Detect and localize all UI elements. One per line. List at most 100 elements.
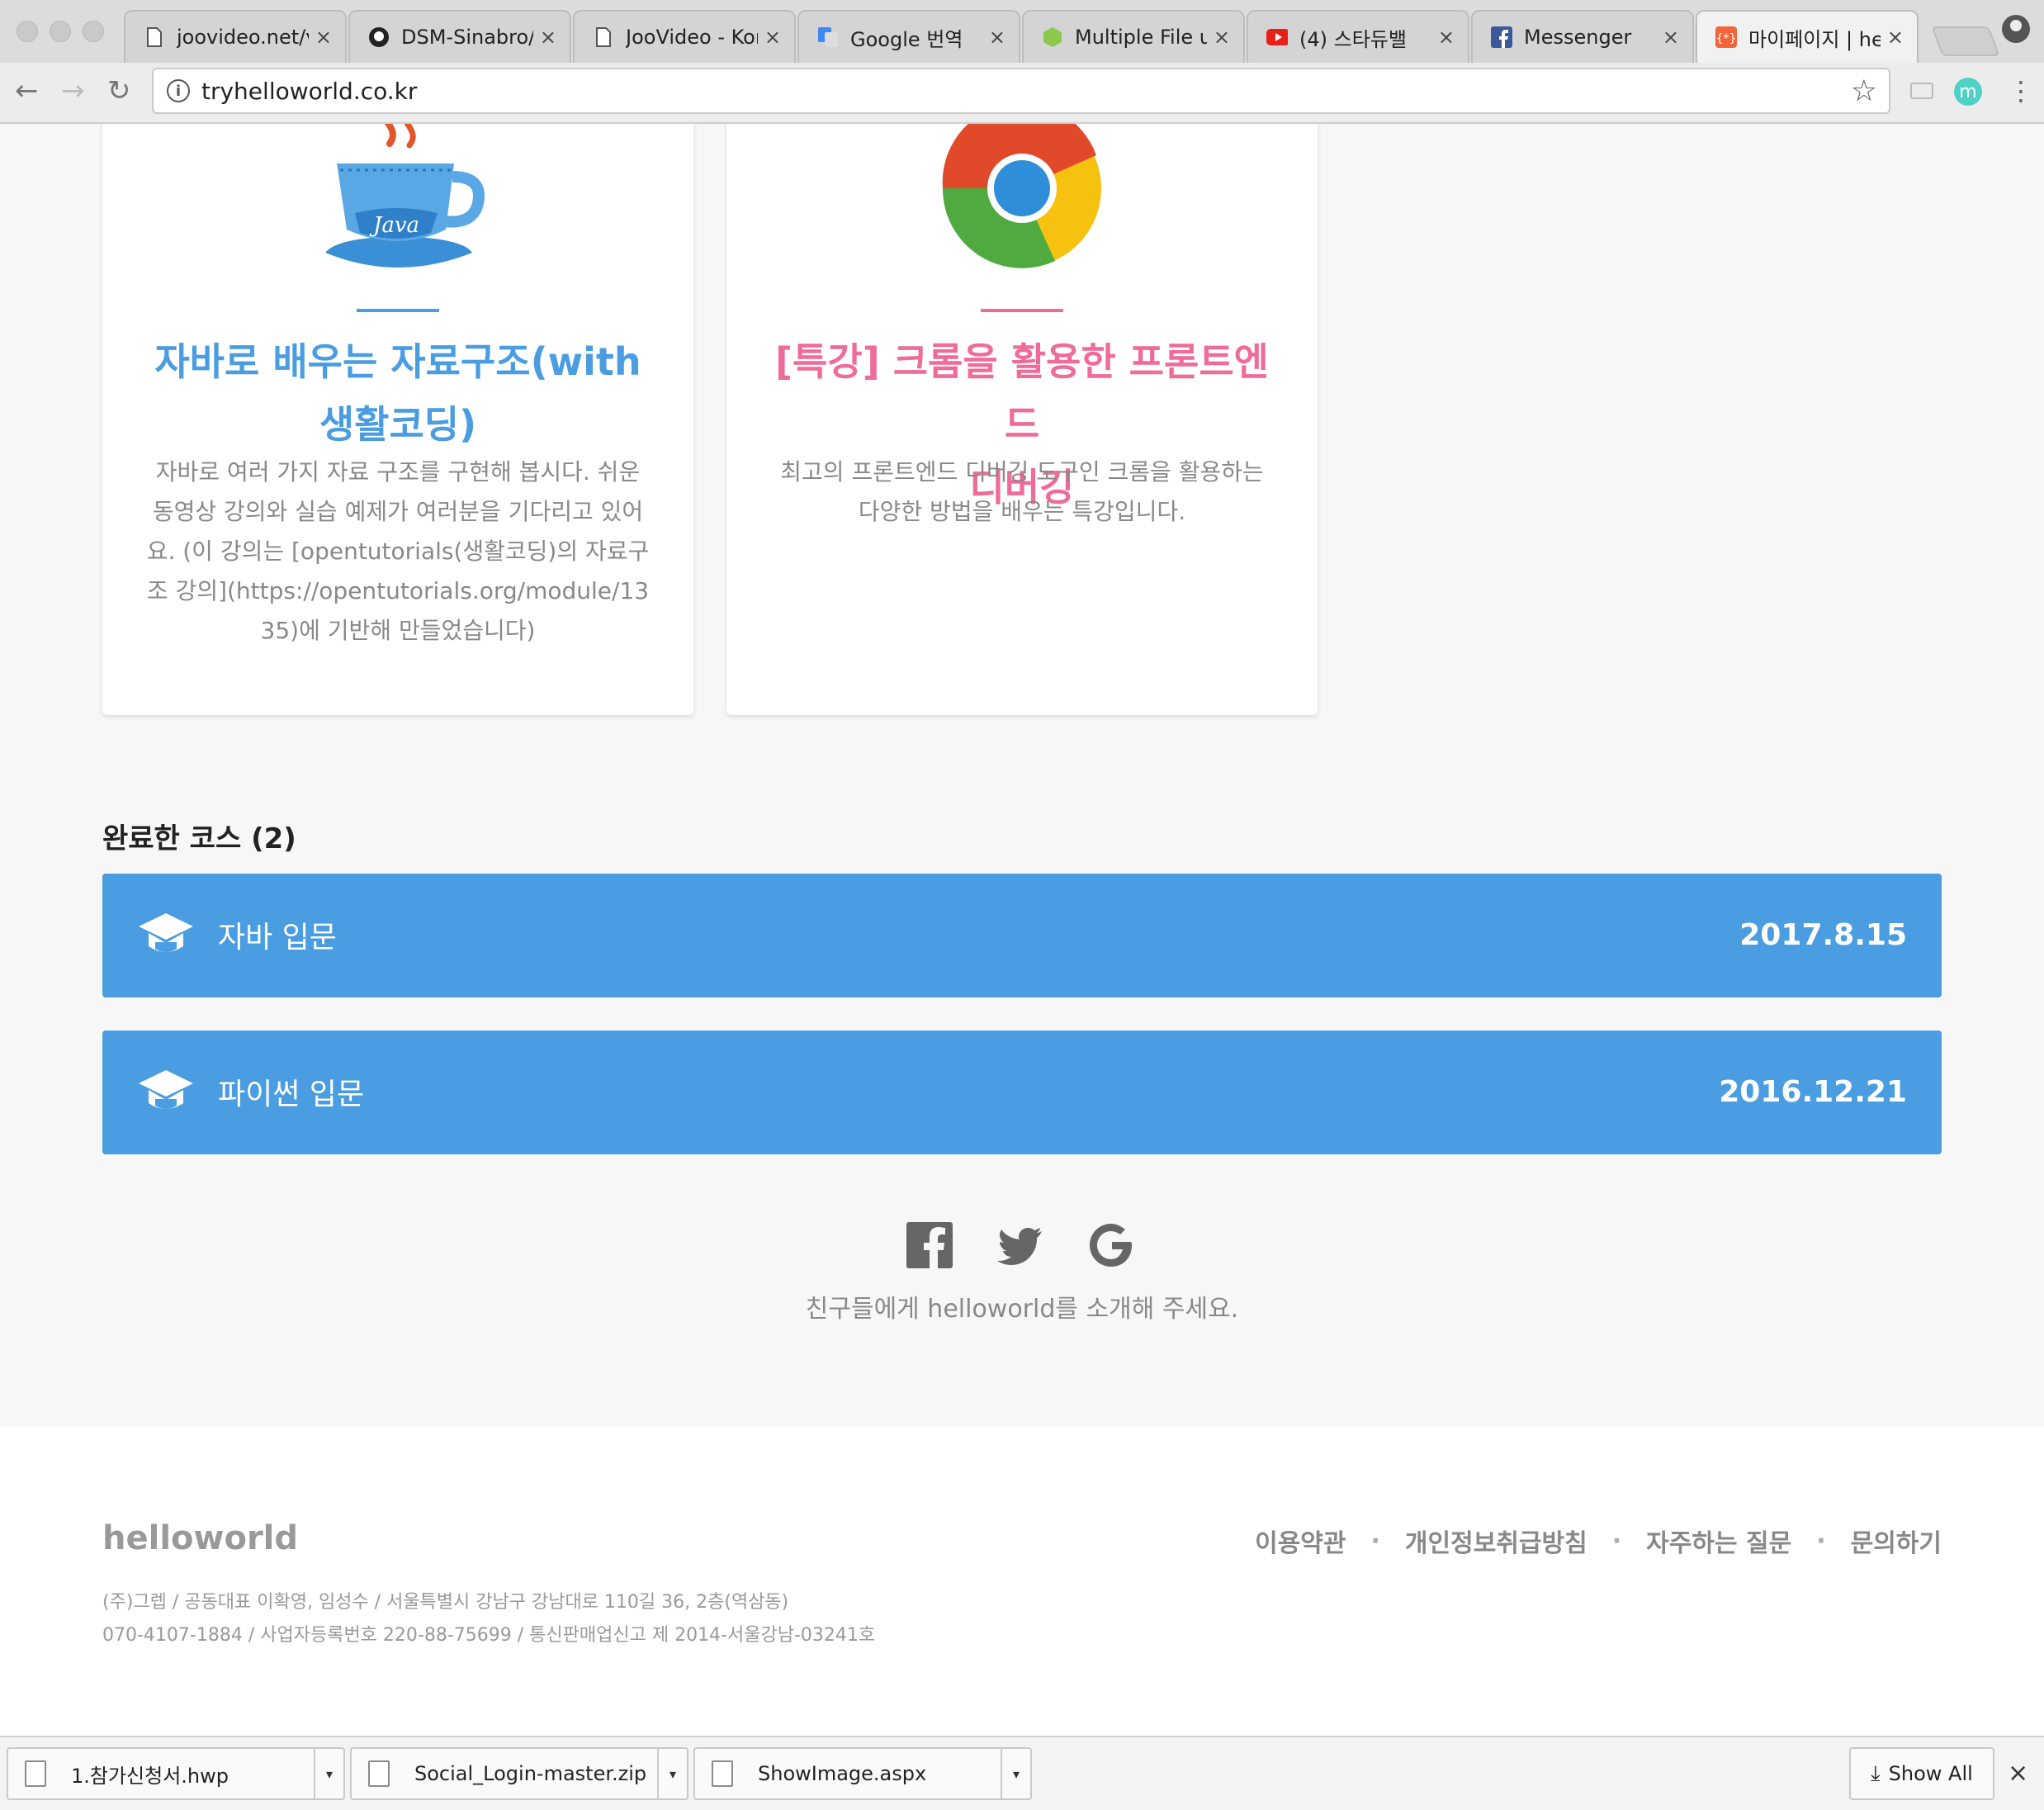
tab-google-translate[interactable]: Google 번역 × (797, 10, 1020, 63)
download-file-name: Social_Login-master.zip (414, 1762, 647, 1785)
footer-link-contact[interactable]: 문의하기 (1851, 1523, 1942, 1559)
profile-icon[interactable] (2002, 15, 2030, 43)
tab-messenger[interactable]: Messenger × (1471, 10, 1694, 63)
card-title-line: 자바로 배우는 자료구조(with (154, 339, 641, 384)
footer-link-separator: · (1611, 1526, 1622, 1556)
tab-title: DSM-Sinabro/ (401, 26, 533, 49)
download-file-name: ShowImage.aspx (758, 1762, 927, 1785)
google-share-icon[interactable] (1088, 1222, 1134, 1268)
close-download-bar-icon[interactable]: × (2008, 1759, 2028, 1788)
card-description-line: 동영상 강의와 실습 예제가 여러분을 기다리고 있어 (152, 498, 644, 525)
graduation-cap-icon (139, 913, 193, 952)
footer-company-info: (주)그렙 / 공동대표 이확영, 임성수 / 서울특별시 강남구 강남대로 1… (102, 1592, 789, 1613)
footer-links: 이용약관 · 개인정보취급방침 · 자주하는 질문 · 문의하기 (1255, 1523, 1942, 1559)
browser-menu-icon[interactable]: ⋮ (2008, 76, 2034, 106)
cast-icon[interactable] (1910, 83, 1933, 99)
reload-icon[interactable]: ↻ (107, 74, 131, 107)
tab-title: (4) 스타듀밸 (1299, 27, 1407, 51)
download-file-name: 1.참가신청서.hwp (71, 1764, 229, 1788)
completed-course-python-intro[interactable]: 파이썬 입문 2016.12.21 (102, 1031, 1942, 1154)
chrome-logo-icon (942, 124, 1101, 268)
tab-mypage-helloworld[interactable]: {*} 마이페이지 | hell × (1696, 10, 1919, 63)
url-text: tryhelloworld.co.kr (201, 77, 418, 105)
card-description-line: 요. (이 강의는 [opentutorials(생활코딩)의 자료구 (146, 538, 650, 565)
download-menu-arrow-icon[interactable]: ▾ (657, 1749, 687, 1798)
youtube-icon (1266, 26, 1288, 48)
tab-close-icon[interactable]: × (1214, 26, 1230, 49)
download-menu-arrow-icon[interactable]: ▾ (314, 1749, 343, 1798)
zip-file-icon (368, 1760, 390, 1787)
page-content: Java 자바로 배우는 자료구조(with 생활코딩) 자바로 여러 가지 자… (0, 124, 2044, 1736)
svg-text:Java: Java (369, 213, 419, 238)
completed-course-date: 2017.8.15 (1739, 918, 1907, 952)
footer-logo[interactable]: helloworld (102, 1519, 298, 1557)
helloworld-icon: {*} (1715, 26, 1737, 48)
java-cup-icon: Java (325, 124, 485, 268)
card-title-line: 생활코딩) (319, 402, 477, 447)
card-title[interactable]: 자바로 배우는 자료구조(with 생활코딩) (135, 330, 660, 456)
download-item[interactable]: ShowImage.aspx ▾ (693, 1747, 1032, 1800)
card-description-line: 최고의 프론트엔드 디버깅 도구인 크롬을 활용하는 (780, 458, 1264, 486)
tab-title: joovideo.net/v (177, 26, 309, 49)
info-icon[interactable]: i (167, 79, 190, 102)
completed-courses-heading: 완료한 코스 (2) (102, 822, 296, 855)
tab-title: Multiple File u (1075, 26, 1207, 49)
bookmark-star-icon[interactable]: ☆ (1851, 74, 1877, 108)
share-invite-text: 친구들에게 helloworld를 소개해 주세요. (805, 1295, 1239, 1324)
address-bar[interactable]: i tryhelloworld.co.kr ☆ (152, 68, 1890, 114)
tab-title: 마이페이지 | hell (1748, 27, 1881, 51)
nodejs-icon (1042, 26, 1063, 48)
footer-link-terms[interactable]: 이용약관 (1255, 1523, 1346, 1559)
tab-youtube[interactable]: (4) 스타듀밸 × (1247, 10, 1469, 63)
completed-course-java-intro[interactable]: 자바 입문 2017.8.15 (102, 874, 1942, 997)
tab-strip: joovideo.net/v × DSM-Sinabro/ × JooVideo… (0, 0, 2044, 63)
graduation-cap-icon (139, 1070, 193, 1109)
svg-text:{*}: {*} (1716, 32, 1737, 45)
site-footer: helloworld 이용약관 · 개인정보취급방침 · 자주하는 질문 · 문… (0, 1427, 2044, 1736)
zoom-window-button[interactable] (83, 21, 104, 42)
download-menu-arrow-icon[interactable]: ▾ (1001, 1749, 1030, 1798)
facebook-share-icon[interactable] (906, 1222, 953, 1268)
github-icon (368, 26, 390, 48)
footer-link-separator: · (1370, 1526, 1380, 1556)
footer-link-privacy[interactable]: 개인정보취급방침 (1405, 1523, 1587, 1559)
new-tab-button[interactable] (1931, 26, 2000, 56)
tab-multiple-file-upload[interactable]: Multiple File u × (1022, 10, 1245, 63)
tab-close-icon[interactable]: × (315, 26, 332, 49)
document-icon (144, 26, 165, 48)
back-icon[interactable]: ← (15, 74, 39, 107)
course-card-chrome-debugging[interactable]: [특강] 크롬을 활용한 프론트엔드 디버깅 최고의 프론트엔드 디버깅 도구인… (726, 124, 1318, 715)
tab-close-icon[interactable]: × (1887, 26, 1904, 49)
tab-close-icon[interactable]: × (1663, 26, 1679, 49)
twitter-share-icon[interactable] (997, 1222, 1043, 1268)
show-all-downloads-button[interactable]: ⤓ Show All (1849, 1747, 1994, 1800)
download-bar: 1.참가신청서.hwp ▾ Social_Login-master.zip ▾ … (0, 1736, 2044, 1810)
footer-link-faq[interactable]: 자주하는 질문 (1646, 1523, 1791, 1559)
close-window-button[interactable] (17, 21, 38, 42)
completed-course-date: 2016.12.21 (1719, 1075, 1907, 1109)
completed-course-name: 파이썬 입문 (218, 1078, 365, 1111)
card-title-line: [특강] 크롬을 활용한 프론트엔드 (775, 339, 1269, 447)
facebook-icon (1491, 26, 1512, 48)
course-card-java-data-structures[interactable]: Java 자바로 배우는 자료구조(with 생활코딩) 자바로 여러 가지 자… (102, 124, 693, 715)
forward-icon[interactable]: → (61, 74, 85, 107)
footer-registration-info: 070-4107-1884 / 사업자등록번호 220-88-75699 / 통… (102, 1625, 876, 1646)
minimize-window-button[interactable] (50, 21, 71, 42)
card-description-line: 다양한 방법을 배우는 특강입니다. (858, 498, 1186, 525)
card-description: 자바로 여러 가지 자료 구조를 구현해 봅시다. 쉬운 동영상 강의와 실습 … (135, 452, 660, 651)
download-item[interactable]: 1.참가신청서.hwp ▾ (7, 1747, 345, 1800)
tab-joovideo[interactable]: joovideo.net/v × (124, 10, 347, 63)
tab-github[interactable]: DSM-Sinabro/ × (348, 10, 571, 63)
tab-close-icon[interactable]: × (764, 26, 781, 49)
google-translate-icon (817, 26, 839, 48)
tab-close-icon[interactable]: × (989, 26, 1005, 49)
tab-close-icon[interactable]: × (540, 26, 556, 49)
tab-joovideo-korea[interactable]: JooVideo - Kor × (573, 10, 796, 63)
extension-icon[interactable]: m (1954, 78, 1982, 106)
download-item[interactable]: Social_Login-master.zip ▾ (350, 1747, 688, 1800)
tab-close-icon[interactable]: × (1438, 26, 1455, 49)
vscode-file-icon (712, 1760, 733, 1787)
card-divider (357, 309, 439, 312)
card-description-line: 35)에 기반해 만들었습니다) (260, 617, 536, 644)
browser-chrome: joovideo.net/v × DSM-Sinabro/ × JooVideo… (0, 0, 2044, 124)
